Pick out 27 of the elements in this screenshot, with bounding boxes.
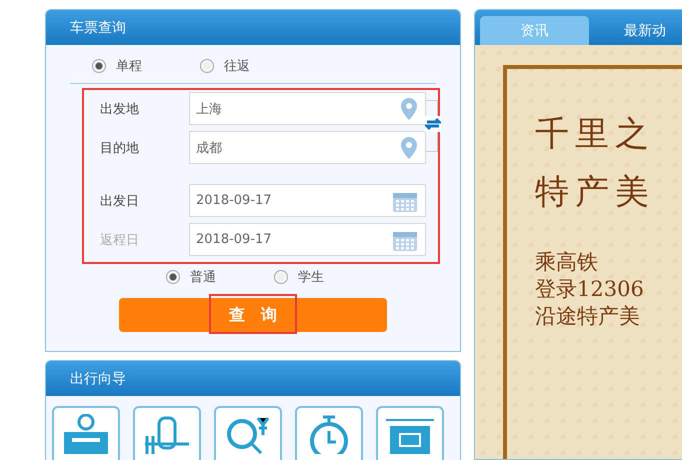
banner-headline: 特产美 bbox=[535, 171, 656, 214]
field-label: 出发地 bbox=[99, 100, 140, 118]
panel-title: 出行向导 bbox=[70, 370, 126, 388]
trip-type-radio[interactable]: 往返 bbox=[200, 57, 250, 75]
panel-title: 车票查询 bbox=[70, 18, 126, 36]
guide-tile[interactable] bbox=[214, 406, 282, 460]
news-tab[interactable]: 最新动 bbox=[595, 16, 682, 45]
passenger-type-radio[interactable]: 普通 bbox=[166, 268, 216, 286]
location-pin-icon bbox=[401, 136, 417, 158]
banner-text: 乘高铁 bbox=[535, 249, 599, 276]
field-label: 返程日 bbox=[99, 232, 140, 248]
banner-text: 沿途特产美 bbox=[535, 303, 641, 330]
passenger-type-radio[interactable]: 学生 bbox=[274, 268, 324, 286]
trip-type-radio[interactable]: 单程 bbox=[92, 57, 142, 75]
guide-tile[interactable] bbox=[133, 406, 201, 460]
swap-icon[interactable] bbox=[425, 116, 441, 132]
date-field[interactable]: 2018-09-17 bbox=[189, 184, 426, 217]
location-pin-icon bbox=[401, 98, 417, 120]
field-label: 出发日 bbox=[99, 192, 140, 210]
station-field[interactable]: 成都 bbox=[189, 131, 426, 164]
guide-tile[interactable] bbox=[376, 406, 444, 460]
field-label: 目的地 bbox=[99, 140, 140, 156]
guide-tile[interactable] bbox=[295, 406, 363, 460]
banner-headline: 千里之 bbox=[535, 113, 656, 156]
guide-tile[interactable] bbox=[52, 406, 120, 460]
station-field[interactable]: 上海 bbox=[189, 92, 426, 125]
banner-text: 登录12306 bbox=[535, 276, 645, 303]
